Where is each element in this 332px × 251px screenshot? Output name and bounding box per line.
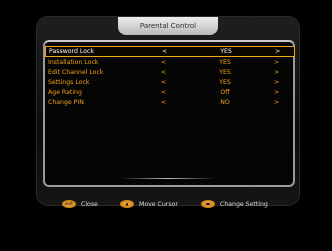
menu-item-value: YES (219, 79, 231, 86)
menu-item-age-rating[interactable]: Age Rating < Off > (45, 88, 295, 98)
left-arrow-icon[interactable]: < (162, 47, 167, 56)
up-down-arrows-icon: ▲ (120, 200, 134, 208)
right-arrow-icon[interactable]: > (274, 88, 279, 98)
right-arrow-icon[interactable]: > (274, 58, 279, 68)
right-arrow-icon[interactable]: > (274, 68, 279, 78)
left-arrow-icon[interactable]: < (161, 78, 166, 88)
menu-item-settings-lock[interactable]: Settings Lock < YES > (45, 78, 295, 88)
menu-item-value: YES (220, 48, 232, 55)
menu-item-password-lock[interactable]: Password Lock < YES > (45, 46, 295, 57)
menu-item-edit-channel-lock[interactable]: Edit Channel Lock < YES > (45, 68, 295, 78)
menu-item-value: Off (220, 89, 230, 96)
menu-item-label: Age Rating (48, 89, 82, 96)
right-arrow-icon[interactable]: > (275, 47, 280, 56)
menu-item-label: Installation Lock (48, 59, 99, 66)
left-right-arrows-icon (201, 200, 215, 208)
menu-item-label: Password Lock (49, 48, 94, 55)
menu-item-label: Settings Lock (48, 79, 90, 86)
menu-item-label: Change PIN (48, 99, 84, 106)
page-title: Parental Control (118, 17, 218, 35)
left-arrow-icon[interactable]: < (161, 58, 166, 68)
menu-list: Password Lock < YES > Installation Lock … (45, 46, 295, 108)
right-arrow-icon[interactable]: > (274, 98, 279, 108)
left-arrow-icon[interactable]: < (161, 98, 166, 108)
menu-item-label: Edit Channel Lock (48, 69, 104, 76)
button-legend: exit Close ▲ Move Cursor Change Setting (0, 199, 332, 211)
right-arrow-icon[interactable]: > (274, 78, 279, 88)
menu-item-value: NO (220, 99, 230, 106)
menu-item-installation-lock[interactable]: Installation Lock < YES > (45, 58, 295, 68)
legend-move-cursor-label: Move Cursor (139, 201, 178, 208)
exit-key-icon: exit (62, 200, 76, 208)
legend-close-label: Close (81, 201, 98, 208)
menu-item-value: YES (219, 69, 231, 76)
menu-item-change-pin[interactable]: Change PIN < NO > (45, 98, 295, 108)
menu-item-value: YES (219, 59, 231, 66)
left-arrow-icon[interactable]: < (161, 68, 166, 78)
bottom-divider (120, 178, 216, 179)
parental-control-screen: Parental Control Password Lock < YES > I… (0, 0, 332, 251)
legend-change-setting-label: Change Setting (220, 201, 268, 208)
left-arrow-icon[interactable]: < (161, 88, 166, 98)
